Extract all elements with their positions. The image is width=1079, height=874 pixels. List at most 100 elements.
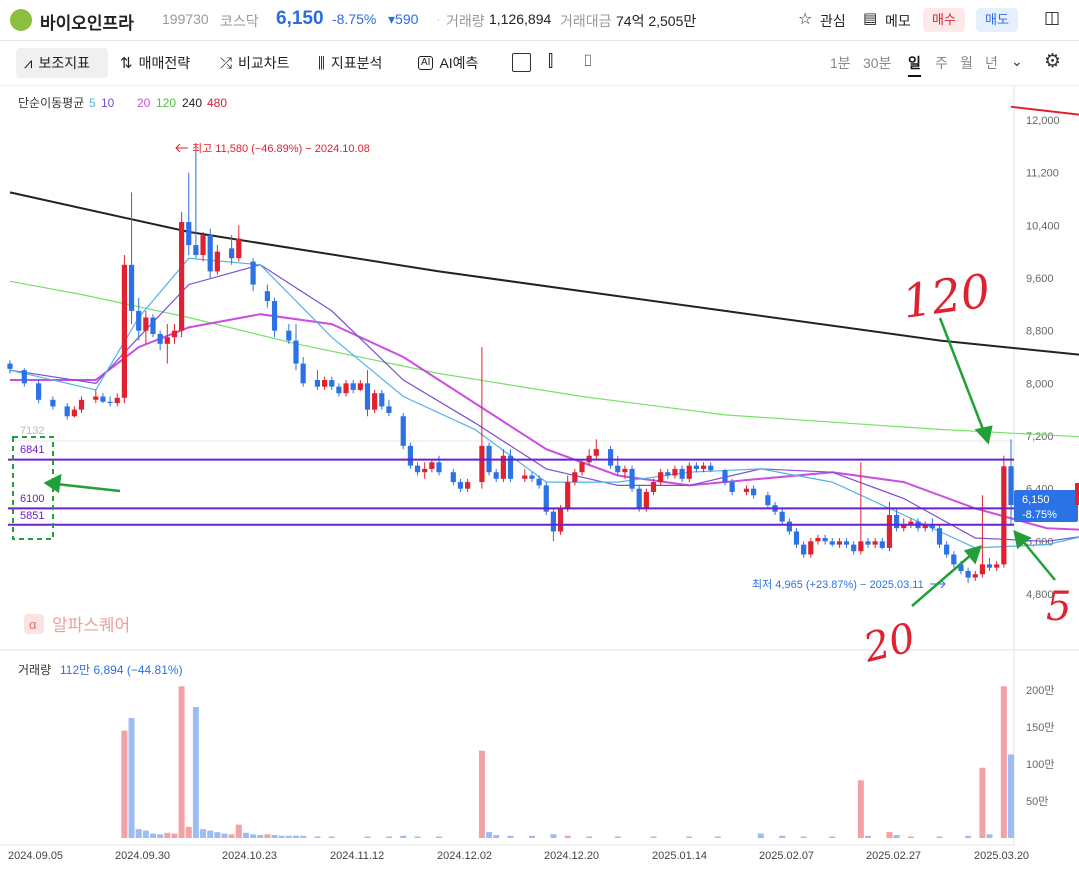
candle-body	[493, 472, 499, 479]
analysis-button[interactable]: ⫼ 지표분석	[318, 53, 382, 73]
x-tick-label: 2024.11.12	[330, 850, 384, 862]
memo-button[interactable]: 메모	[885, 11, 911, 31]
candle-body	[164, 337, 170, 344]
candle-body	[615, 465, 621, 473]
buy-button[interactable]: 매수	[923, 8, 965, 32]
candle-body	[214, 251, 220, 272]
candle-body	[793, 531, 800, 545]
compare-label: 비교차트	[238, 55, 290, 71]
company-logo	[10, 9, 32, 31]
candle-body	[71, 409, 77, 417]
header-dot: ·	[436, 11, 441, 27]
volume-bar	[893, 835, 900, 838]
candle-body	[157, 333, 163, 344]
volume-bar	[564, 835, 571, 838]
arrow-head-120-icon	[974, 425, 993, 445]
volume-bar	[829, 836, 836, 838]
ma-legend-20: 20	[137, 96, 151, 110]
timeframe-month[interactable]: 월	[960, 53, 973, 73]
candle-body	[843, 541, 850, 545]
x-tick-label: 2024.09.30	[115, 850, 170, 862]
current-price: 6,150	[276, 8, 324, 29]
memo-icon: ▤	[863, 10, 878, 27]
candle-body	[936, 528, 943, 545]
low-marker-text: 최저 4,965 (+23.87%) − 2025.03.11	[752, 578, 924, 591]
candle-body	[665, 472, 671, 476]
volume-bar	[493, 835, 500, 838]
date-x-axis: 2024.09.05 2024.09.30 2024.10.23 2024.11.12…	[8, 850, 1029, 862]
timeframe-day[interactable]: 일	[908, 53, 921, 77]
volume-bar	[757, 833, 764, 838]
volume-bar	[221, 833, 228, 838]
candle-body	[822, 538, 828, 542]
volume-pane-summary: 112만 6,894 (−44.81%)	[60, 663, 183, 677]
indicators-button[interactable]: ⩘ 보조지표	[24, 53, 90, 73]
candle-body	[858, 541, 864, 552]
sidebar-toggle-icon[interactable]: ◫	[1044, 8, 1060, 28]
y-tick-label: 7,200	[1026, 431, 1054, 443]
candle-body	[622, 468, 628, 473]
timeframe-week[interactable]: 주	[935, 53, 948, 73]
ai-button[interactable]: AI AI예측	[418, 53, 478, 73]
candle-body	[422, 468, 428, 473]
candle-body	[21, 370, 27, 384]
candle-body	[979, 564, 985, 575]
candle-body	[836, 541, 842, 545]
price-edge-marker	[1075, 483, 1079, 505]
candle-body	[236, 238, 242, 259]
volume-tick-label: 150만	[1026, 721, 1054, 734]
amount-label: 거래대금	[560, 13, 612, 29]
left-label-6841: 6841	[20, 444, 44, 456]
candle-body	[293, 340, 299, 364]
strategy-button[interactable]: ⇅ 매매전략	[120, 53, 190, 73]
volume-bar	[171, 833, 178, 838]
timeframe-1min[interactable]: 1분	[830, 53, 851, 73]
candle-body	[50, 399, 56, 407]
candle-body	[865, 541, 871, 545]
timeframe-30min[interactable]: 30분	[863, 53, 891, 73]
timeframe-year[interactable]: 년	[985, 53, 998, 73]
volume-bar	[214, 832, 221, 838]
volume-bar	[192, 707, 199, 838]
candle-body	[722, 470, 728, 483]
candle-body	[329, 380, 335, 387]
camera-icon[interactable]: ⌷	[583, 53, 593, 71]
volume-bar	[478, 750, 485, 838]
compare-button[interactable]: ⤮ 비교차트	[220, 53, 290, 73]
settings-gear-icon[interactable]: ⚙	[1044, 50, 1061, 73]
volume-bar	[314, 836, 321, 838]
x-tick-label: 2025.02.07	[759, 850, 814, 862]
left-label-5851: 5851	[20, 510, 44, 522]
chevron-down-icon[interactable]: ⌄	[1011, 53, 1023, 70]
indicator-icon: ⩘	[24, 54, 33, 72]
stock-chart[interactable]: 단순이동평균 5 10 20 120 240 480 12,000 11,200 1…	[0, 86, 1079, 874]
stock-code: 199730	[162, 11, 209, 27]
candle-tool-icon[interactable]: ⫿	[548, 53, 553, 71]
ma-legend-480: 480	[207, 96, 227, 110]
candle-body	[994, 564, 1000, 568]
volume-bar	[1008, 754, 1014, 838]
candle-body	[414, 465, 421, 473]
candle-body	[986, 564, 993, 568]
candle-body	[700, 465, 707, 469]
high-marker-text: 최고 11,580 (−46.89%) − 2024.10.08	[192, 142, 370, 155]
volume-tick-label: 200만	[1026, 684, 1054, 697]
candle-body	[250, 261, 256, 285]
candle-body	[357, 383, 363, 390]
stock-name[interactable]: 바이오인프라	[40, 9, 134, 34]
volume-tick-label: 100만	[1026, 758, 1054, 771]
volume-bar	[486, 832, 493, 838]
candle-body	[314, 380, 321, 387]
volume-bar	[150, 833, 156, 838]
volume-bar	[385, 836, 392, 838]
rectangle-tool-icon[interactable]	[512, 53, 531, 72]
star-icon[interactable]: ☆	[798, 9, 812, 29]
volume-bar	[264, 834, 271, 838]
candle-body	[64, 406, 70, 417]
arrow-head-left-icon	[43, 473, 62, 494]
candle-body	[557, 508, 564, 532]
candle-body	[479, 445, 485, 483]
watch-button[interactable]: 관심	[820, 11, 846, 31]
x-tick-label: 2025.03.20	[974, 850, 1029, 862]
sell-button[interactable]: 매도	[976, 8, 1018, 32]
